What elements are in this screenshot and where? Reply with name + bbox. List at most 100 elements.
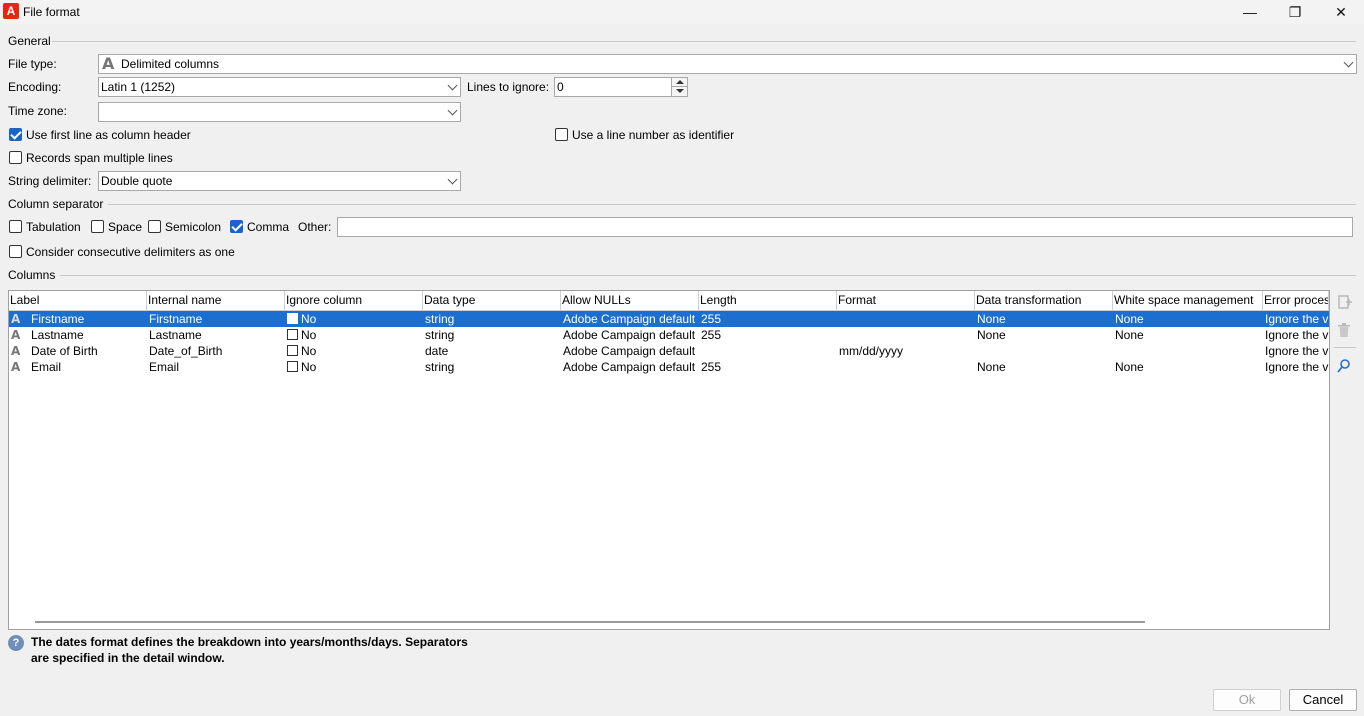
- add-column-icon[interactable]: [1336, 294, 1352, 310]
- adobe-campaign-icon: A: [3, 3, 19, 19]
- general-divider: [52, 41, 1356, 42]
- semicolon-label: Semicolon: [165, 220, 222, 234]
- column-header-data-transformation[interactable]: Data transformation: [975, 291, 1113, 311]
- column-header-allow-nulls[interactable]: Allow NULLs: [561, 291, 699, 311]
- consecutive-delimiters-checkbox[interactable]: [9, 245, 22, 258]
- cell-data-type: string: [425, 360, 455, 374]
- ignore-checkbox[interactable]: [287, 329, 298, 340]
- file-type-combo[interactable]: A Delimited columns: [98, 54, 1357, 74]
- magnifier-icon[interactable]: [1336, 358, 1352, 374]
- string-delimiter-combo[interactable]: Double quote: [98, 171, 461, 191]
- encoding-label: Encoding:: [8, 80, 62, 94]
- cell-ignore: No: [301, 344, 317, 358]
- text-type-icon: A: [11, 344, 21, 358]
- spinner-arrows-icon[interactable]: [671, 78, 687, 96]
- lines-to-ignore-label: Lines to ignore:: [467, 80, 550, 94]
- cell-length: 255: [701, 328, 722, 342]
- column-header-length[interactable]: Length: [699, 291, 837, 311]
- cell-ignore: No: [301, 328, 317, 342]
- cell-ignore: No: [301, 360, 317, 374]
- records-span-checkbox[interactable]: [9, 151, 22, 164]
- chevron-down-icon[interactable]: [444, 103, 460, 121]
- general-section-label: General: [8, 34, 51, 48]
- cell-error-process: Ignore the v: [1265, 344, 1329, 358]
- cell-internal-name: Date_of_Birth: [149, 344, 223, 358]
- column-header-ignore-column[interactable]: Ignore column: [285, 291, 423, 311]
- text-type-icon: A: [11, 360, 21, 374]
- column-header-data-type[interactable]: Data type: [423, 291, 561, 311]
- time-zone-combo[interactable]: [98, 102, 461, 122]
- text-type-icon: A: [102, 54, 115, 73]
- semicolon-checkbox[interactable]: [148, 220, 161, 233]
- column-separator-section-label: Column separator: [8, 197, 104, 211]
- table-row[interactable]: A Email Email No string Adobe Campaign d…: [9, 359, 1329, 375]
- lines-to-ignore-stepper[interactable]: 0: [554, 77, 688, 97]
- use-first-line-checkbox[interactable]: [9, 128, 22, 141]
- cell-transformation: None: [977, 360, 1006, 374]
- table-row[interactable]: A Date of Birth Date_of_Birth No date Ad…: [9, 343, 1329, 359]
- string-delimiter-value: Double quote: [101, 174, 173, 188]
- use-line-number-checkbox[interactable]: [555, 128, 568, 141]
- ok-button[interactable]: Ok: [1213, 689, 1281, 711]
- title-bar: [0, 0, 1364, 24]
- other-separator-input[interactable]: [337, 217, 1353, 237]
- column-header-error-process[interactable]: Error process: [1263, 291, 1329, 311]
- file-type-label: File type:: [8, 57, 57, 71]
- ignore-checkbox[interactable]: [287, 361, 298, 372]
- cell-transformation: None: [977, 328, 1006, 342]
- cell-error-process: Ignore the v: [1265, 312, 1329, 326]
- cell-white-space: None: [1115, 360, 1144, 374]
- space-label: Space: [108, 220, 143, 234]
- space-checkbox[interactable]: [91, 220, 104, 233]
- ignore-checkbox[interactable]: [287, 345, 298, 356]
- other-label: Other:: [298, 220, 332, 234]
- cell-internal-name: Lastname: [149, 328, 202, 342]
- cell-white-space: None: [1115, 328, 1144, 342]
- trash-icon[interactable]: [1336, 322, 1352, 338]
- column-header-white-space[interactable]: White space management: [1113, 291, 1263, 311]
- maximize-button[interactable]: ❐: [1281, 2, 1309, 22]
- close-button[interactable]: ✕: [1327, 2, 1355, 22]
- ignore-checkbox[interactable]: [287, 313, 298, 324]
- text-type-icon: A: [11, 328, 21, 342]
- cell-transformation: None: [977, 312, 1006, 326]
- cell-allow-nulls: Adobe Campaign default: [563, 360, 696, 374]
- cell-format: mm/dd/yyyy: [839, 344, 904, 358]
- cell-error-process: Ignore the v: [1265, 328, 1329, 342]
- cell-error-process: Ignore the v: [1265, 360, 1329, 374]
- cell-internal-name: Email: [149, 360, 180, 374]
- info-line-1: The dates format defines the breakdown i…: [31, 635, 468, 649]
- cell-label: Email: [31, 360, 62, 374]
- use-first-line-label: Use first line as column header: [26, 128, 191, 142]
- cell-data-type: string: [425, 328, 455, 342]
- cell-allow-nulls: Adobe Campaign default: [563, 312, 696, 326]
- separator-divider: [108, 204, 1356, 205]
- minimize-button[interactable]: —: [1236, 2, 1264, 22]
- column-header-format[interactable]: Format: [837, 291, 975, 311]
- table-row[interactable]: A Firstname Firstname No string Adobe Ca…: [9, 311, 1329, 327]
- column-header-label[interactable]: Label: [9, 291, 147, 311]
- tabulation-checkbox[interactable]: [9, 220, 22, 233]
- encoding-value: Latin 1 (1252): [101, 80, 176, 94]
- cancel-button[interactable]: Cancel: [1289, 689, 1357, 711]
- cell-label: Firstname: [31, 312, 85, 326]
- horizontal-scrollbar[interactable]: [35, 621, 1145, 623]
- table-row[interactable]: A Lastname Lastname No string Adobe Camp…: [9, 327, 1329, 343]
- encoding-combo[interactable]: Latin 1 (1252): [98, 77, 461, 97]
- cell-label: Date of Birth: [31, 344, 98, 358]
- cell-allow-nulls: Adobe Campaign default: [563, 344, 696, 358]
- columns-divider: [60, 275, 1356, 276]
- column-header-internal-name[interactable]: Internal name: [147, 291, 285, 311]
- columns-grid[interactable]: Label Internal name Ignore column Data t…: [8, 290, 1330, 630]
- chevron-down-icon[interactable]: [444, 78, 460, 96]
- cell-length: 255: [701, 312, 722, 326]
- chevron-down-icon[interactable]: [1340, 55, 1356, 73]
- cell-data-type: string: [425, 312, 455, 326]
- columns-section-label: Columns: [8, 268, 56, 282]
- chevron-down-icon[interactable]: [444, 172, 460, 190]
- cell-length: 255: [701, 360, 722, 374]
- side-divider: [1334, 347, 1356, 348]
- comma-checkbox[interactable]: [230, 220, 243, 233]
- cell-data-type: date: [425, 344, 449, 358]
- time-zone-label: Time zone:: [8, 104, 67, 118]
